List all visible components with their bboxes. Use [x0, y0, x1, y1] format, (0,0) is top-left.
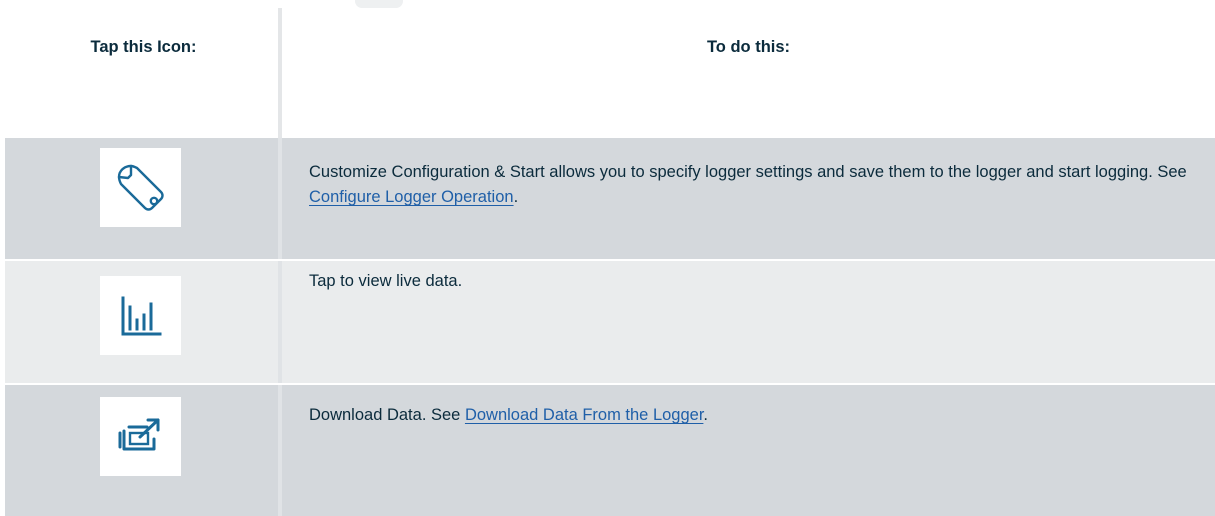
- configure-logger-operation-link[interactable]: Configure Logger Operation: [309, 188, 514, 206]
- page: Tap this Icon: To do this: Customize Con…: [0, 0, 1215, 516]
- description-cell: Customize Configuration & Start allows y…: [282, 138, 1215, 259]
- description-text: Download Data. See: [309, 406, 465, 424]
- description-text: Tap to view live data.: [309, 272, 463, 290]
- wrench-icon: [100, 148, 181, 227]
- icon-cell: [5, 385, 282, 516]
- table-row: Customize Configuration & Start allows y…: [5, 138, 1215, 259]
- row-description: Download Data. See Download Data From th…: [309, 403, 1189, 428]
- header-tap-icon: Tap this Icon:: [90, 38, 197, 56]
- watermark: [355, 0, 403, 8]
- icon-cell: [5, 138, 282, 259]
- table-row: Download Data. See Download Data From th…: [5, 385, 1215, 516]
- download-data-from-logger-link[interactable]: Download Data From the Logger: [465, 406, 703, 424]
- table-row: Tap to view live data.: [5, 261, 1215, 383]
- description-cell: Tap to view live data.: [282, 261, 1215, 383]
- row-description: Customize Configuration & Start allows y…: [309, 160, 1189, 210]
- table-header-row: Tap this Icon: To do this:: [5, 8, 1215, 138]
- description-text: Customize Configuration & Start allows y…: [309, 163, 1187, 181]
- description-text-end: .: [703, 406, 708, 424]
- icon-cell: [5, 261, 282, 383]
- description-text-end: .: [513, 188, 519, 206]
- download-export-icon: [100, 397, 181, 476]
- header-cell-action: To do this:: [282, 8, 1215, 138]
- header-cell-icon: Tap this Icon:: [5, 8, 282, 138]
- header-to-do: To do this:: [706, 38, 791, 56]
- row-description: Tap to view live data.: [309, 269, 1189, 294]
- description-cell: Download Data. See Download Data From th…: [282, 385, 1215, 516]
- bar-chart-icon: [100, 276, 181, 355]
- icon-table: Tap this Icon: To do this: Customize Con…: [5, 8, 1215, 516]
